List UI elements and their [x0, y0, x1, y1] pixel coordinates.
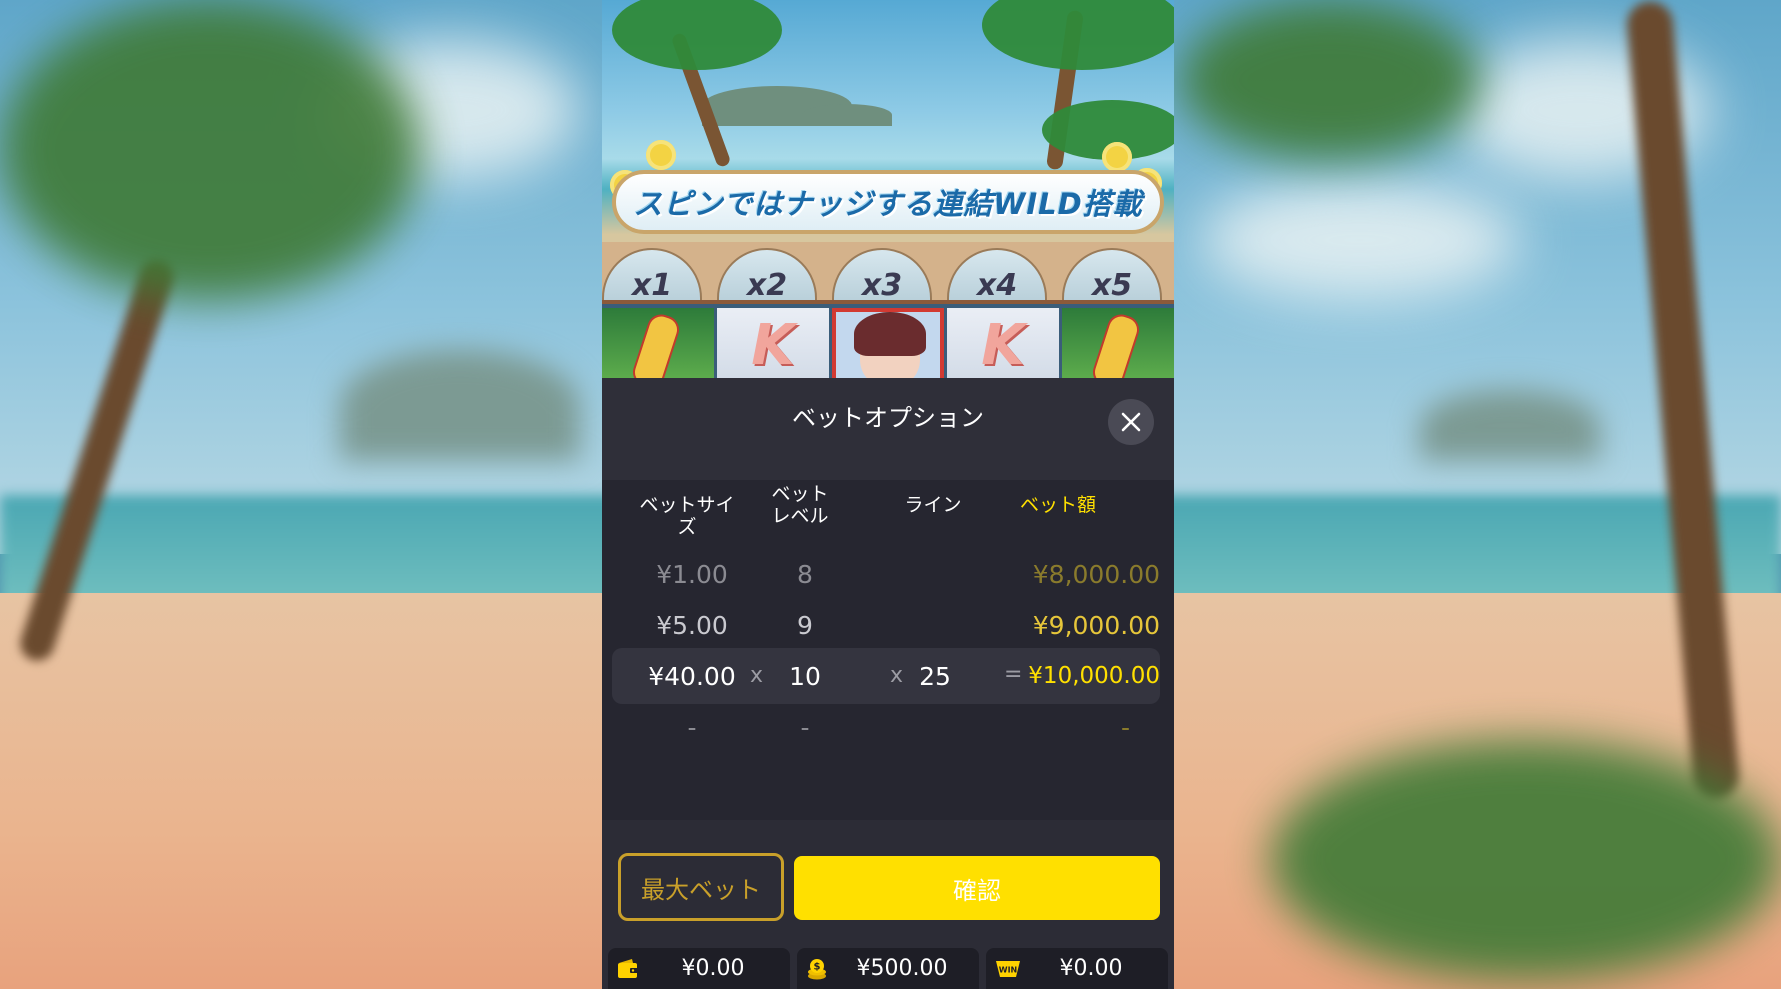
background-mountain [340, 350, 580, 460]
plumeria-flower [1102, 142, 1132, 172]
background-mountain [1420, 390, 1600, 460]
reel-symbol-k: K [947, 308, 1059, 378]
bet-amount-option: ¥9,000.00 [1032, 611, 1160, 640]
reel-letter: K [981, 312, 1025, 378]
coin-stack-icon: $ [808, 959, 826, 980]
max-bet-button[interactable]: 最大ベット [618, 853, 784, 921]
character-hair [854, 312, 926, 356]
background-palm-leaves [1270, 740, 1781, 980]
plumeria-flower [646, 140, 676, 170]
multiplier-label: x2 [746, 268, 788, 303]
selected-bet-size[interactable]: ¥40.00 [632, 662, 752, 691]
background-palm-leaves [0, 0, 420, 300]
background-palm-leaves [1180, 0, 1480, 160]
status-bet: ¥0.00 [608, 948, 790, 989]
column-header-bet-level-line1: ベット [771, 483, 829, 505]
game-window: スピンではナッジする連結WILD搭載 x1 x2 x3 x4 x5 K K ベッ… [602, 0, 1174, 989]
panel-title: ベットオプション [792, 404, 984, 432]
bet-value: ¥0.00 [681, 956, 745, 981]
palm-fronds [612, 0, 782, 70]
selected-lines: 25 [919, 662, 951, 691]
column-header-bet-level-line2: レベル [771, 505, 829, 527]
status-balance: $ ¥500.00 [797, 948, 979, 989]
close-button[interactable] [1108, 399, 1154, 445]
column-header-lines: ライン [904, 494, 962, 516]
bet-level-option[interactable]: 9 [770, 611, 840, 640]
surfboard-icon [629, 310, 683, 378]
bet-size-option[interactable]: ¥5.00 [632, 611, 752, 640]
multiplier-label: x1 [631, 268, 673, 303]
bet-amount-option: ¥8,000.00 [1032, 560, 1160, 589]
game-scene: スピンではナッジする連結WILD搭載 x1 x2 x3 x4 x5 K K [602, 0, 1174, 378]
bet-level-option[interactable]: 8 [770, 560, 840, 589]
bet-options-panel: ベットオプション ベットサイズ ベット レベル ライン ベット額 ¥1.00 8… [602, 378, 1174, 989]
multiplier-label: x4 [976, 268, 1018, 303]
selected-bet-level[interactable]: 10 [770, 662, 840, 691]
svg-text:$: $ [814, 962, 821, 973]
close-icon [1121, 412, 1141, 432]
bet-size-option[interactable]: - [632, 713, 752, 742]
feature-banner: スピンではナッジする連結WILD搭載 [612, 170, 1164, 234]
win-badge-icon: WIN [996, 961, 1020, 977]
confirm-button[interactable]: 確認 [794, 856, 1160, 920]
bet-size-option[interactable]: ¥1.00 [632, 560, 752, 589]
reel-symbol-character [832, 308, 944, 378]
reel-letter: K [751, 312, 795, 378]
surfboard-icon [1089, 310, 1143, 378]
bet-picker: ベットサイズ ベット レベル ライン ベット額 ¥1.00 8 ¥8,000.0… [602, 480, 1174, 820]
multiply-sign: x [750, 663, 764, 688]
reel-symbol-surfboard [1062, 308, 1174, 378]
selected-bet-amount: ¥10,000.00 [1028, 663, 1160, 689]
column-header-bet-size: ベットサイズ [639, 494, 735, 538]
island [802, 104, 892, 126]
reel-symbol-surfboard [602, 308, 714, 378]
feature-banner-text: スピンではナッジする連結WILD搭載 [633, 187, 1143, 221]
bet-amount-option: - [1120, 713, 1130, 742]
status-win: WIN ¥0.00 [986, 948, 1168, 989]
column-header-bet-amount: ベット額 [1019, 494, 1096, 516]
multiplier-label: x5 [1091, 268, 1133, 303]
bet-level-option[interactable]: - [770, 713, 840, 742]
palm-fronds [982, 0, 1174, 70]
win-icon-text: WIN [999, 966, 1018, 975]
reels: K K [602, 300, 1174, 378]
balance-value: ¥500.00 [856, 956, 948, 981]
reel-symbol-k: K [717, 308, 829, 378]
panel-header: ベットオプション [602, 378, 1174, 480]
multiplier-label: x3 [861, 268, 903, 303]
background-cloud [1200, 180, 1520, 300]
column-header-bet-level: ベット レベル [765, 483, 835, 527]
win-value: ¥0.00 [1059, 956, 1123, 981]
wallet-icon [618, 959, 638, 978]
